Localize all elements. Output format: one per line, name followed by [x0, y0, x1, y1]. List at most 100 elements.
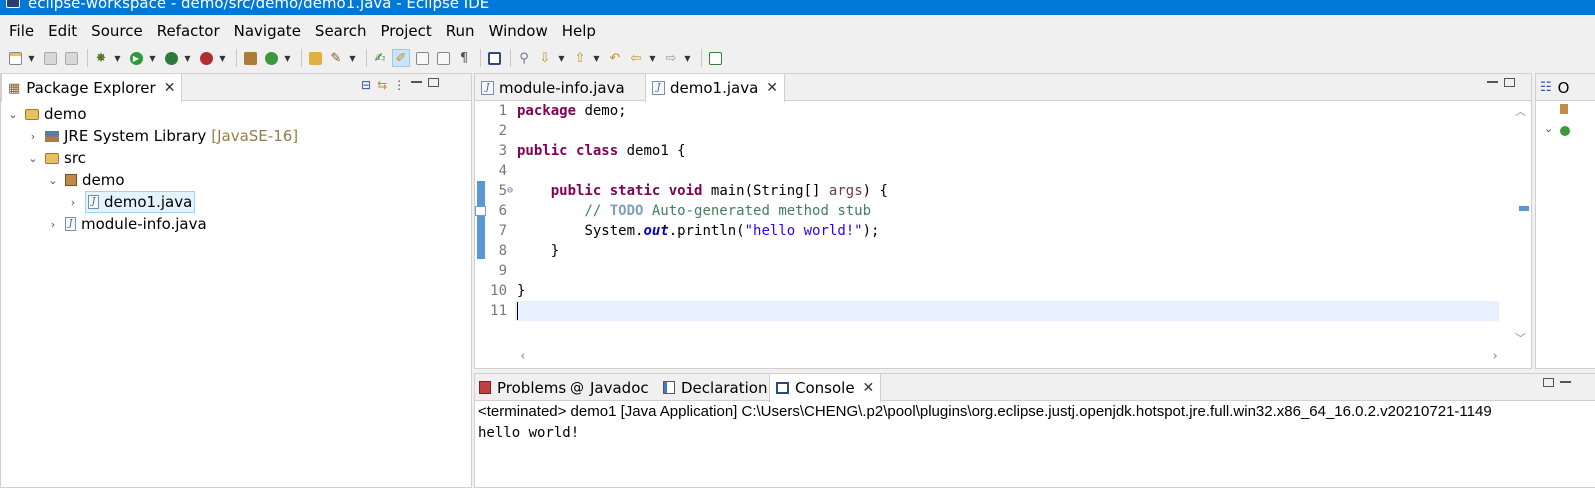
menu-refactor[interactable]: Refactor: [150, 22, 227, 40]
selected-tree-item[interactable]: J demo1.java: [85, 191, 196, 213]
toolbar-separator: [701, 49, 702, 67]
code-line-7: 7 System.out.println("hello world!");: [498, 223, 880, 239]
new-class-dropdown-icon[interactable]: ▼: [283, 49, 292, 67]
toggle-mark-occurrences-icon[interactable]: ✍: [371, 49, 389, 67]
menu-search[interactable]: Search: [308, 22, 374, 40]
chevron-down-icon[interactable]: ⌄: [27, 152, 39, 165]
menu-navigate[interactable]: Navigate: [227, 22, 308, 40]
new-java-package-icon[interactable]: [241, 49, 259, 67]
tree-item-jre-library[interactable]: › JRE System Library [JavaSE-16]: [27, 125, 298, 147]
next-annotation-dropdown-icon[interactable]: ▼: [557, 49, 566, 67]
menu-file[interactable]: File: [2, 22, 41, 40]
tree-item-demo-project[interactable]: ⌄ demo: [7, 103, 86, 125]
chevron-right-icon[interactable]: ›: [27, 130, 39, 143]
new-java-class-icon[interactable]: [262, 49, 280, 67]
close-icon[interactable]: ✕: [863, 380, 875, 396]
coverage-icon[interactable]: [162, 49, 180, 67]
run-dropdown-icon[interactable]: ▼: [148, 49, 157, 67]
chevron-down-icon[interactable]: ⌄: [1544, 122, 1553, 135]
menu-project[interactable]: Project: [373, 22, 438, 40]
menu-source[interactable]: Source: [84, 22, 150, 40]
task-marker-icon[interactable]: [475, 206, 486, 216]
show-whitespace-icon[interactable]: ¶: [455, 49, 473, 67]
previous-annotation-icon[interactable]: ⇧: [571, 49, 589, 67]
view-menu-icon[interactable]: ⋮: [393, 78, 405, 92]
tab-console[interactable]: Console ✕: [769, 374, 882, 402]
collapse-all-icon[interactable]: ⊟: [361, 78, 371, 92]
chevron-right-icon[interactable]: ›: [47, 218, 59, 231]
code-line-11: 11: [475, 301, 1531, 321]
toggle-highlight-icon[interactable]: ✐: [392, 49, 410, 67]
tab-package-explorer[interactable]: ▦ Package Explorer ✕: [1, 74, 183, 102]
tree-item-module-info[interactable]: › J module-info.java: [47, 213, 207, 235]
chevron-left-icon[interactable]: ‹: [519, 349, 527, 364]
new-dropdown-icon[interactable]: ▼: [27, 49, 36, 67]
tab-demo1-java[interactable]: J demo1.java ✕: [645, 74, 786, 102]
code-editor[interactable]: 1 package demo; 2 3 public class demo1 { 4…: [475, 101, 1531, 368]
external-tools-dropdown-icon[interactable]: ▼: [218, 49, 227, 67]
next-annotation-icon[interactable]: ⇩: [536, 49, 554, 67]
java-file-icon: J: [652, 81, 665, 95]
window-title: eclipse-workspace - demo/src/demo/demo1.…: [28, 0, 490, 12]
vertical-scrollbar[interactable]: ︿ ﹀: [1511, 101, 1531, 348]
save-icon[interactable]: [41, 49, 59, 67]
tab-outline[interactable]: ☷ O: [1536, 74, 1575, 101]
menu-help[interactable]: Help: [555, 22, 603, 40]
search-dropdown-icon[interactable]: ▼: [348, 49, 357, 67]
tree-item-decoration: [JavaSE-16]: [211, 127, 299, 145]
menu-run[interactable]: Run: [439, 22, 482, 40]
minimize-icon[interactable]: [411, 81, 423, 83]
chevron-down-icon[interactable]: ﹀: [1515, 330, 1526, 346]
maximize-icon[interactable]: [428, 78, 440, 87]
coverage-dropdown-icon[interactable]: ▼: [183, 49, 192, 67]
code-line-8: 8 }: [498, 243, 560, 259]
tab-declaration[interactable]: Declaration: [661, 374, 773, 401]
minimize-icon[interactable]: [1487, 81, 1498, 83]
search-icon[interactable]: ✎: [327, 49, 345, 67]
pin-icon[interactable]: ⚲: [515, 49, 533, 67]
chevron-right-icon[interactable]: ›: [67, 196, 79, 209]
maximize-icon[interactable]: [1560, 381, 1571, 383]
toggle-breadcrumb-icon[interactable]: [413, 49, 431, 67]
last-edit-location-icon[interactable]: ↶: [606, 49, 624, 67]
tree-item-demo-package[interactable]: ⌄ demo: [47, 169, 124, 191]
debug-icon[interactable]: ✸: [92, 49, 110, 67]
save-all-icon[interactable]: [62, 49, 80, 67]
tab-problems[interactable]: Problems: [475, 374, 572, 401]
close-icon[interactable]: ✕: [164, 80, 176, 96]
link-with-editor-icon[interactable]: ⇆: [377, 78, 387, 92]
tab-javadoc[interactable]: @ Javadoc: [568, 374, 655, 401]
minimize-icon[interactable]: [1543, 378, 1554, 387]
package-icon: [1560, 104, 1568, 114]
chevron-down-icon[interactable]: ⌄: [7, 108, 19, 121]
menu-window[interactable]: Window: [482, 22, 555, 40]
overview-ruler-marker[interactable]: [1519, 206, 1529, 211]
back-icon[interactable]: ⇦: [627, 49, 645, 67]
toggle-block-selection-icon[interactable]: [434, 49, 452, 67]
tree-item-src[interactable]: ⌄ src: [27, 147, 86, 169]
maximize-icon[interactable]: [1504, 78, 1515, 87]
class-icon: [1560, 126, 1570, 136]
new-icon[interactable]: [6, 49, 24, 67]
fold-icon[interactable]: ⊖: [507, 181, 513, 201]
previous-annotation-dropdown-icon[interactable]: ▼: [592, 49, 601, 67]
open-type-icon[interactable]: [306, 49, 324, 67]
back-dropdown-icon[interactable]: ▼: [648, 49, 657, 67]
menu-edit[interactable]: Edit: [41, 22, 84, 40]
forward-dropdown-icon[interactable]: ▼: [683, 49, 692, 67]
chevron-down-icon[interactable]: ⌄: [47, 174, 59, 187]
outline-view: ☷ O ⌄: [1535, 73, 1595, 369]
tab-module-info[interactable]: J module-info.java: [475, 74, 631, 101]
debug-dropdown-icon[interactable]: ▼: [113, 49, 122, 67]
forward-icon[interactable]: ⇨: [662, 49, 680, 67]
toolbar-separator: [87, 49, 88, 67]
chevron-right-icon[interactable]: ›: [1491, 349, 1499, 364]
chevron-up-icon[interactable]: ︿: [1515, 103, 1526, 119]
horizontal-scrollbar[interactable]: ‹ ›: [513, 348, 1511, 368]
close-icon[interactable]: ✕: [766, 80, 778, 96]
console-view-icon[interactable]: [485, 49, 503, 67]
open-perspective-icon[interactable]: [706, 49, 724, 67]
external-tools-icon[interactable]: [197, 49, 215, 67]
tree-item-demo1-java[interactable]: › J demo1.java: [67, 191, 196, 213]
run-icon[interactable]: ▶: [127, 49, 145, 67]
